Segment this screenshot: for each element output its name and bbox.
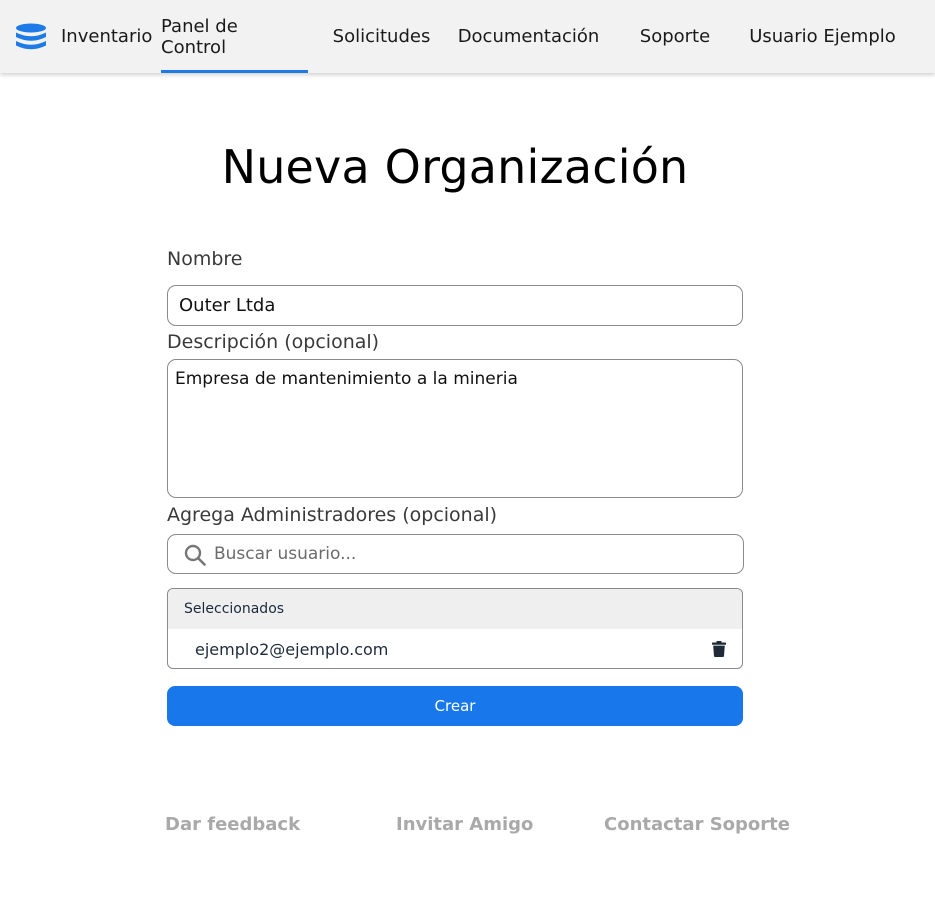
description-label: Descripción (opcional) [167, 331, 380, 353]
page-title: Nueva Organización [221, 140, 689, 194]
nav-user-menu[interactable]: Usuario Ejemplo [745, 0, 900, 73]
nav-solicitudes[interactable]: Solicitudes [325, 0, 438, 73]
search-icon [184, 544, 206, 566]
footer-feedback-link[interactable]: Dar feedback [165, 814, 300, 835]
user-search-input[interactable] [214, 535, 734, 573]
nav-soporte[interactable]: Soporte [625, 0, 725, 73]
name-input[interactable] [167, 285, 743, 326]
selected-user-row: ejemplo2@ejemplo.com [168, 629, 742, 668]
trash-icon[interactable] [712, 641, 726, 657]
nav-panel-de-control[interactable]: Panel de Control [161, 0, 308, 73]
selected-user-email: ejemplo2@ejemplo.com [195, 639, 389, 659]
user-search-field[interactable] [167, 534, 744, 574]
footer-invite-friend-link[interactable]: Invitar Amigo [396, 814, 533, 835]
brand[interactable]: Inventario [14, 0, 152, 73]
brand-name: Inventario [61, 26, 153, 47]
create-button[interactable]: Crear [167, 686, 743, 726]
database-icon [16, 23, 46, 49]
admins-label: Agrega Administradores (opcional) [167, 504, 498, 526]
selected-header: Seleccionados [168, 589, 742, 629]
nav-documentacion[interactable]: Documentación [452, 0, 605, 73]
selected-users-panel: Seleccionados ejemplo2@ejemplo.com [167, 588, 743, 669]
footer-contact-support-link[interactable]: Contactar Soporte [604, 814, 790, 835]
description-textarea[interactable]: Empresa de mantenimiento a la mineria [167, 359, 743, 498]
name-label: Nombre [167, 248, 243, 270]
top-navbar: Inventario Panel de Control Solicitudes … [0, 0, 935, 73]
